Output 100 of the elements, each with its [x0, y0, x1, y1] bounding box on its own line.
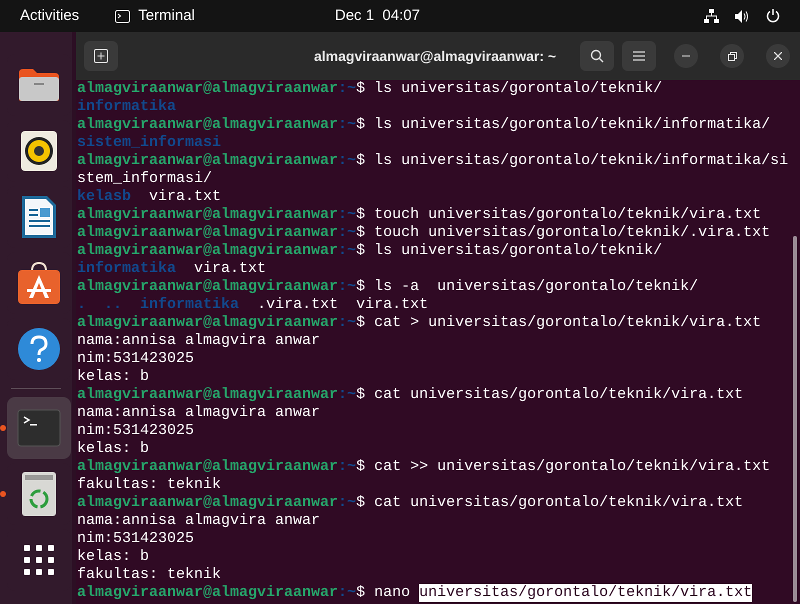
- recycle-bin-icon[interactable]: [20, 471, 56, 517]
- output-text: nama:annisa almagvira anwar: [77, 404, 320, 422]
- plus-icon: [94, 49, 108, 63]
- directory-name: informatika: [77, 260, 176, 278]
- prompt-path: :~: [338, 80, 356, 98]
- prompt-user: almagviraanwar@almagviraanwar: [77, 152, 338, 170]
- command: ls universitas/gorontalo/teknik/: [374, 80, 662, 98]
- directory-name: informatika: [140, 296, 240, 314]
- activities-button[interactable]: Activities: [20, 4, 80, 28]
- menu-button[interactable]: [622, 41, 656, 71]
- restore-icon: [728, 52, 736, 60]
- prompt-symbol: $: [356, 152, 366, 170]
- output-text: vira.txt: [194, 260, 266, 278]
- prompt-path: :~: [338, 242, 356, 260]
- prompt-path: :~: [338, 152, 356, 170]
- terminal-area[interactable]: [76, 80, 800, 604]
- folder-icon[interactable]: [16, 67, 60, 103]
- volume-icon[interactable]: [735, 10, 750, 22]
- app-menu[interactable]: Terminal: [138, 4, 195, 28]
- speaker-icon[interactable]: [20, 130, 58, 172]
- prompt-symbol: $: [356, 80, 366, 98]
- command: nano: [374, 584, 410, 602]
- close-icon: [774, 52, 782, 60]
- new-tab-button[interactable]: [84, 41, 118, 71]
- prompt-path: :~: [338, 278, 356, 296]
- output-text: stem_informasi/: [77, 170, 212, 188]
- command: ls -a universitas/gorontalo/teknik/: [374, 278, 698, 296]
- prompt-symbol: $: [356, 314, 366, 332]
- prompt-symbol: $: [356, 278, 366, 296]
- prompt-path: :~: [338, 584, 356, 602]
- menu-icon: [633, 51, 645, 61]
- output-text: nama:annisa almagvira anwar: [77, 332, 320, 350]
- terminal-icon: [115, 10, 130, 22]
- prompt-path: :~: [338, 116, 356, 134]
- prompt-symbol: $: [356, 206, 366, 224]
- prompt-user: almagviraanwar@almagviraanwar: [77, 206, 338, 224]
- output-text: vira.txt: [149, 188, 222, 206]
- command: touch universitas/gorontalo/teknik/.vira.txt: [374, 224, 770, 242]
- prompt-user: almagviraanwar@almagviraanwar: [77, 314, 338, 332]
- directory-name: kelasb: [77, 188, 132, 206]
- prompt-symbol: $: [356, 242, 366, 260]
- prompt-symbol: $: [356, 494, 366, 512]
- prompt-path: :~: [338, 314, 356, 332]
- output-text: nim:531423025: [77, 350, 194, 368]
- app-grid-icon[interactable]: [24, 545, 54, 575]
- prompt-symbol: $: [356, 386, 366, 404]
- prompt-symbol: $: [356, 584, 366, 602]
- directory-name: ..: [104, 296, 122, 314]
- command: cat universitas/gorontalo/teknik/vira.txt: [374, 386, 744, 404]
- output-text: fakultas: teknik: [77, 566, 222, 584]
- search-icon: [590, 49, 604, 63]
- prompt-path: :~: [338, 206, 356, 224]
- search-button[interactable]: [580, 41, 614, 71]
- prompt-path: :~: [338, 386, 356, 404]
- output-text: nim:531423025: [77, 422, 194, 440]
- maximize-button[interactable]: [720, 44, 744, 68]
- command: ls universitas/gorontalo/teknik/informatika/: [374, 116, 770, 134]
- directory-name: .: [77, 296, 86, 314]
- command: cat universitas/gorontalo/teknik/vira.txt: [374, 494, 744, 512]
- output-text: .vira.txt: [257, 296, 338, 314]
- prompt-symbol: $: [356, 116, 366, 134]
- minimize-icon: [682, 55, 690, 57]
- output-text: kelas: b: [77, 440, 150, 458]
- directory-name: informatika: [77, 98, 176, 116]
- prompt-user: almagviraanwar@almagviraanwar: [77, 386, 338, 404]
- command: ls universitas/gorontalo/teknik/informatika/si: [374, 152, 788, 170]
- output-text: kelas: b: [77, 548, 150, 566]
- prompt-user: almagviraanwar@almagviraanwar: [77, 224, 338, 242]
- window-title: almagviraanwar@almagviraanwar: ~: [314, 46, 556, 66]
- prompt-user: almagviraanwar@almagviraanwar: [77, 494, 338, 512]
- help-icon[interactable]: [16, 327, 60, 371]
- output-text: nim:531423025: [77, 530, 194, 548]
- directory-name: sistem_informasi: [77, 134, 222, 152]
- prompt-path: :~: [338, 458, 356, 476]
- prompt-user: almagviraanwar@almagviraanwar: [77, 584, 338, 602]
- selected-text: universitas/gorontalo/teknik/vira.txt: [419, 584, 752, 602]
- prompt-path: :~: [338, 224, 356, 242]
- scrollbar[interactable]: [793, 236, 797, 602]
- output-text: kelas: b: [77, 368, 150, 386]
- prompt-user: almagviraanwar@almagviraanwar: [77, 242, 338, 260]
- prompt-user: almagviraanwar@almagviraanwar: [77, 80, 338, 98]
- network-icon[interactable]: [704, 9, 719, 23]
- power-icon[interactable]: [766, 9, 780, 23]
- command: cat > universitas/gorontalo/teknik/vira.txt: [374, 314, 762, 332]
- output-text: vira.txt: [356, 296, 428, 314]
- command: ls universitas/gorontalo/teknik/: [374, 242, 662, 260]
- output-text: fakultas: teknik: [77, 476, 222, 494]
- output-text: nama:annisa almagvira anwar: [77, 512, 320, 530]
- shopping-bag-icon[interactable]: [16, 261, 60, 305]
- prompt-user: almagviraanwar@almagviraanwar: [77, 458, 338, 476]
- command: cat >> universitas/gorontalo/teknik/vira.txt: [374, 458, 770, 476]
- prompt-user: almagviraanwar@almagviraanwar: [77, 116, 338, 134]
- prompt-symbol: $: [356, 458, 366, 476]
- prompt-path: :~: [338, 494, 356, 512]
- prompt-symbol: $: [356, 224, 366, 242]
- prompt-user: almagviraanwar@almagviraanwar: [77, 278, 338, 296]
- command: touch universitas/gorontalo/teknik/vira.txt: [374, 206, 762, 224]
- close-button[interactable]: [766, 44, 790, 68]
- document-icon[interactable]: [20, 195, 56, 239]
- clock[interactable]: Dec 1 04:07: [334, 4, 420, 28]
